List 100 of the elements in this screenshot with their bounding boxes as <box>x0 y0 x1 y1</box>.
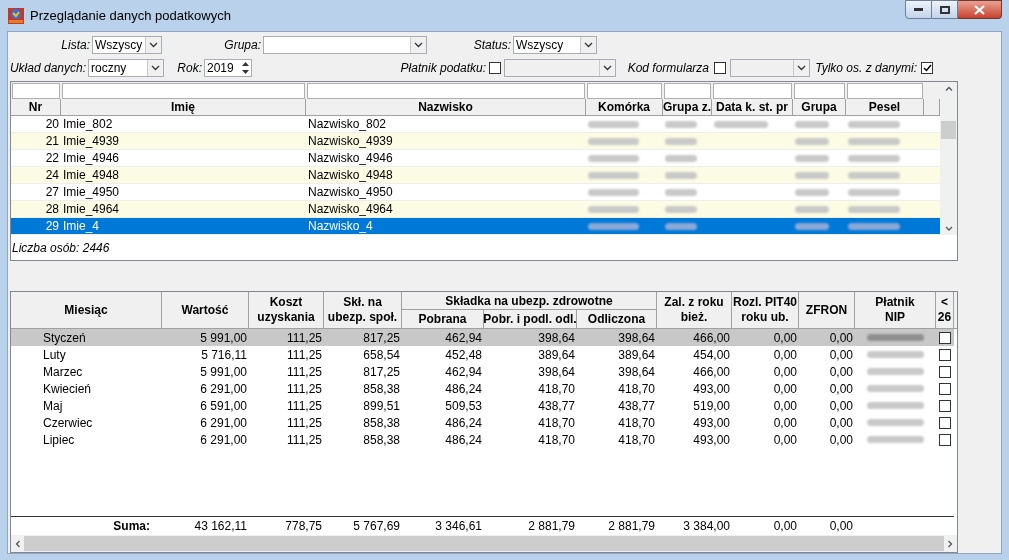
table-cell-text: Imie_4948 <box>63 167 120 184</box>
checkbox[interactable] <box>921 61 933 74</box>
horizontal-scrollbar[interactable] <box>11 535 957 552</box>
column-header[interactable]: Skł. na ubezp. społ. <box>324 292 402 329</box>
column-header[interactable]: Odliczona <box>577 310 657 329</box>
filter-field[interactable] <box>587 83 662 99</box>
checkbox[interactable] <box>939 382 951 395</box>
checkbox[interactable] <box>939 416 951 429</box>
table-row[interactable]: 29 Imie_4 Nazwisko_4 <box>11 218 940 235</box>
filter-field[interactable] <box>12 83 60 99</box>
column-header[interactable]: Grupa <box>793 99 846 116</box>
column-header[interactable]: Pobr. i podl. odl. <box>484 310 577 329</box>
filter-field[interactable] <box>847 83 923 99</box>
column-header[interactable]: Nazwisko <box>306 99 586 116</box>
table-row[interactable]: Styczeń 5 991,00 111,25 817,25 462,94 398,64 398,64 466,00 0,00 0,00 <box>11 329 954 346</box>
redacted-text <box>714 120 768 128</box>
dropdown[interactable] <box>263 36 427 54</box>
column-header[interactable]: Rozl. PIT40 roku ub. <box>732 292 799 329</box>
table-row[interactable]: 24 Imie_4948 Nazwisko_4948 <box>11 167 940 184</box>
table-cell-text: 111,25 <box>287 346 322 364</box>
filter-field[interactable] <box>794 83 845 99</box>
column-header[interactable]: Koszt uzyskania <box>249 292 324 329</box>
table-cell-text: 493,00 <box>693 380 730 398</box>
filter-field[interactable] <box>713 83 792 99</box>
table-cell-text: 389,64 <box>538 346 575 364</box>
window-title: Przeglądanie danych podatkowych <box>30 6 231 25</box>
table-cell-text: Czerwiec <box>43 414 93 432</box>
close-button[interactable] <box>958 0 1002 19</box>
column-header[interactable]: Grupa z. <box>663 99 712 116</box>
table-cell-text: 111,25 <box>287 329 322 347</box>
checkbox[interactable] <box>489 61 501 74</box>
table-cell-text: 452,48 <box>445 346 482 364</box>
checkbox[interactable] <box>939 399 951 412</box>
column-header[interactable]: Imię <box>61 99 306 116</box>
sum-cell-text: 2 881,79 <box>528 518 575 535</box>
redacted-text <box>665 137 697 145</box>
scroll-right-icon <box>948 539 953 548</box>
table-cell-text: 418,70 <box>618 380 655 398</box>
table-row[interactable]: 22 Imie_4946 Nazwisko_4946 <box>11 150 940 167</box>
redacted-text <box>588 137 640 145</box>
table-cell-text: 6 291,00 <box>200 414 247 432</box>
redacted-text <box>665 120 697 128</box>
table-cell-text: 5 991,00 <box>200 363 247 381</box>
redacted-text <box>588 120 640 128</box>
minimize-button[interactable] <box>905 0 932 19</box>
table-cell-text: Imie_802 <box>63 116 113 133</box>
table-cell-text: 486,24 <box>445 380 482 398</box>
group-header: Składka na ubezp. zdrowotne <box>402 292 657 310</box>
table-cell-text: 6 291,00 <box>200 431 247 449</box>
column-header[interactable]: Pesel <box>846 99 924 116</box>
column-header[interactable]: Wartość <box>162 292 249 329</box>
table-cell-text: Nazwisko_4964 <box>308 201 393 218</box>
year-spinner[interactable]: 2019 <box>204 58 252 77</box>
column-header[interactable]: Płatnik NIP <box>855 292 936 329</box>
redacted-text <box>867 368 924 375</box>
column-header[interactable]: < 26 <box>936 292 954 329</box>
table-cell-text: 398,64 <box>618 363 655 381</box>
column-header[interactable]: Zal. z roku bież. <box>657 292 732 329</box>
table-cell-text: 418,70 <box>618 414 655 432</box>
column-header[interactable]: Miesiąc <box>11 292 162 329</box>
table-row[interactable]: 28 Imie_4964 Nazwisko_4964 <box>11 201 940 218</box>
column-header[interactable]: ZFRON <box>799 292 855 329</box>
table-cell-text: 438,77 <box>538 397 575 415</box>
redacted-text <box>848 120 900 128</box>
table-cell-text: Styczeń <box>43 329 86 347</box>
redacted-text <box>867 334 924 341</box>
scroll-thumb[interactable] <box>941 120 956 139</box>
sum-cell-text: 5 767,69 <box>353 518 400 535</box>
filter-field[interactable] <box>664 83 711 99</box>
table-cell-text: Lipiec <box>43 431 75 449</box>
table-row[interactable]: 21 Imie_4939 Nazwisko_4939 <box>11 133 940 150</box>
dropdown[interactable]: Wszyscy <box>92 36 162 54</box>
table-cell-text: 0,00 <box>829 380 853 398</box>
checkbox[interactable] <box>714 61 726 74</box>
redacted-text <box>848 222 900 230</box>
column-header[interactable]: Pobrana <box>402 310 484 329</box>
table-cell-text: Imie_4939 <box>63 133 120 150</box>
column-header[interactable]: Komórka <box>586 99 663 116</box>
checkbox[interactable] <box>939 365 951 378</box>
table-row[interactable]: 20 Imie_802 Nazwisko_802 <box>11 116 940 133</box>
checkbox[interactable] <box>939 348 951 361</box>
checkbox[interactable] <box>939 331 951 344</box>
dropdown[interactable]: Wszyscy <box>513 36 597 54</box>
column-header[interactable]: Nr <box>11 99 61 116</box>
table-cell-text: Nazwisko_802 <box>308 116 387 133</box>
filter-field[interactable] <box>307 83 585 99</box>
maximize-button[interactable] <box>932 0 958 19</box>
checkbox[interactable] <box>939 433 951 446</box>
redacted-text <box>588 205 640 213</box>
redacted-text <box>665 222 697 230</box>
table-row[interactable]: 27 Imie_4950 Nazwisko_4950 <box>11 184 940 201</box>
filter-field[interactable] <box>62 83 305 99</box>
dropdown[interactable]: roczny <box>88 58 164 77</box>
column-header[interactable]: Data k. st. pr <box>712 99 793 116</box>
redacted-text <box>867 351 924 358</box>
table-cell-text: 0,00 <box>773 414 797 432</box>
table-cell-text: Nazwisko_4948 <box>308 167 393 184</box>
vertical-scrollbar[interactable] <box>940 82 957 235</box>
redacted-text <box>665 171 697 179</box>
table-cell-text: Luty <box>43 346 66 364</box>
